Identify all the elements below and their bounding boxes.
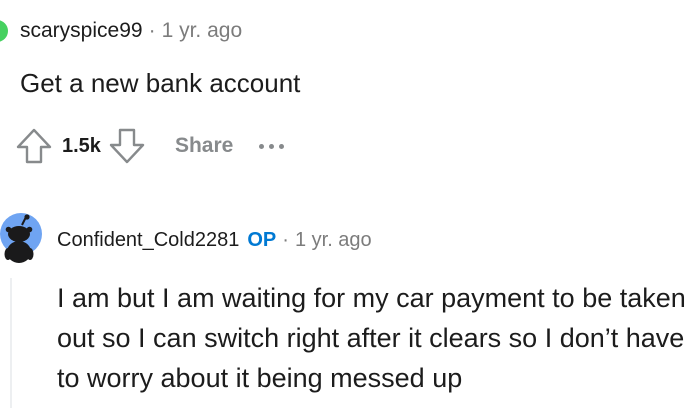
reply-body: I am but I am waiting for my car payment… [57, 283, 686, 393]
share-button[interactable]: Share [175, 134, 233, 158]
snoo-avatar-icon[interactable] [0, 212, 43, 268]
meta-separator: · [148, 19, 156, 42]
more-dot [269, 143, 275, 149]
comment-actions: 1.5k Share [14, 124, 285, 168]
upvote-arrow-icon [16, 128, 52, 164]
meta-separator: · [282, 229, 289, 251]
vote-score: 1.5k [62, 134, 101, 157]
comment-author[interactable]: scaryspice99 [20, 19, 143, 42]
comment-thread: scaryspice99 · 1 yr. ago Get a new bank ac… [0, 0, 700, 408]
more-dot [259, 143, 265, 149]
comment-meta: scaryspice99 · 1 yr. ago [20, 17, 242, 45]
more-options-icon[interactable] [259, 143, 285, 149]
more-dot [279, 143, 285, 149]
downvote-arrow-icon [109, 128, 145, 164]
comment-body: Get a new bank account [20, 68, 301, 98]
op-badge: OP [247, 229, 277, 251]
reply-author[interactable]: Confident_Cold2281 [57, 229, 239, 251]
upvote-button[interactable] [14, 126, 54, 166]
downvote-button[interactable] [107, 126, 147, 166]
user-avatar[interactable] [0, 20, 8, 42]
comment-timestamp[interactable]: 1 yr. ago [162, 19, 243, 42]
reply-meta: Confident_Cold2281 OP · 1 yr. ago [57, 226, 372, 254]
reply-timestamp[interactable]: 1 yr. ago [295, 229, 372, 251]
thread-line[interactable] [10, 278, 12, 408]
